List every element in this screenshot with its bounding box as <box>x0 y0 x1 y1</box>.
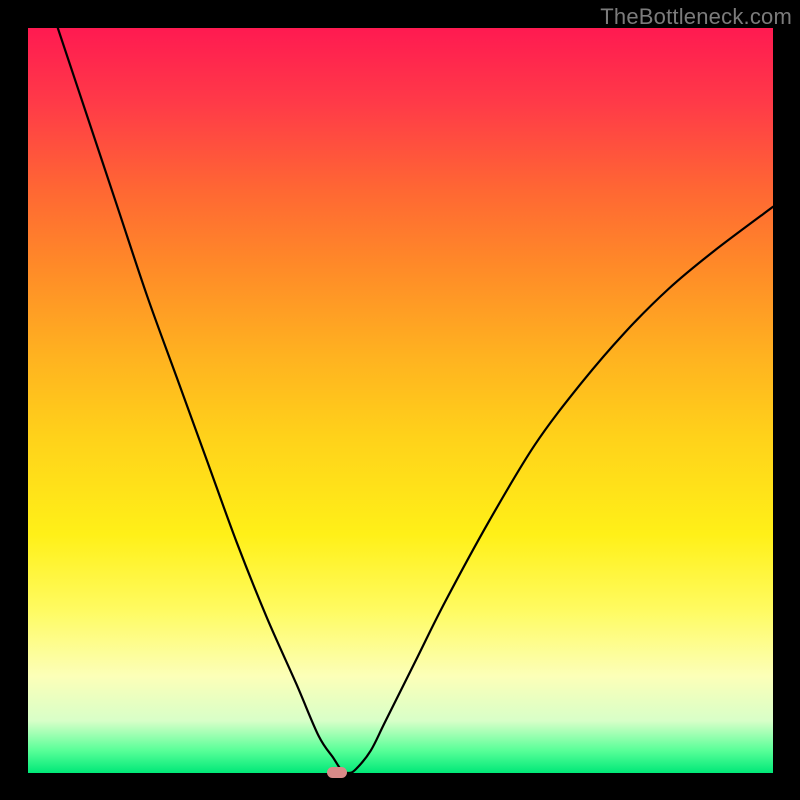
minimum-marker <box>327 767 347 778</box>
chart-plot-area <box>28 28 773 773</box>
bottleneck-curve <box>28 28 773 773</box>
watermark-text: TheBottleneck.com <box>600 4 792 30</box>
